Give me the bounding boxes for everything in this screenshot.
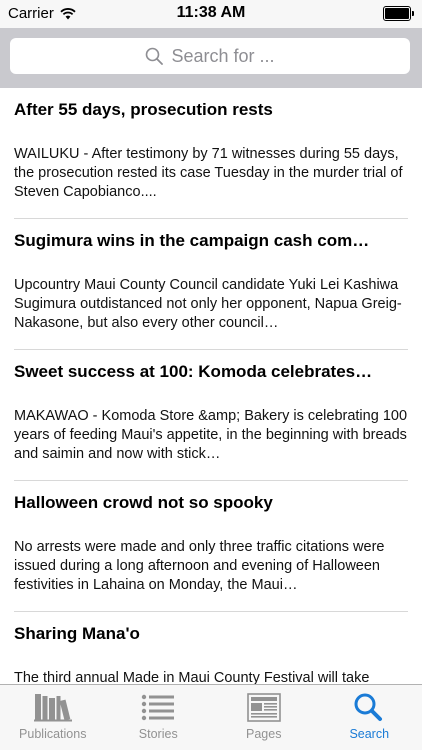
- article-summary: No arrests were made and only three traf…: [14, 539, 385, 593]
- tab-label: Search: [349, 727, 390, 741]
- search-icon: [146, 47, 164, 65]
- tab-bar: Publications Stories Pages Search: [0, 684, 422, 750]
- app-screen: Carrier 11:38 AM Search for ... After 55…: [0, 0, 422, 750]
- article-summary: Upcountry Maui County Council candidate …: [14, 277, 402, 331]
- list-item[interactable]: After 55 days, prosecution rests WAILUKU…: [0, 88, 422, 219]
- article-title: Sweet success at 100: Komoda celebrates…: [14, 362, 373, 381]
- search-header: Search for ...: [0, 28, 422, 88]
- newspaper-icon: [246, 693, 281, 722]
- article-summary: WAILUKU - After testimony by 71 witnesse…: [14, 146, 403, 200]
- status-right: [383, 6, 414, 21]
- tab-label: Pages: [246, 727, 282, 741]
- battery-fill: [385, 8, 409, 19]
- status-time: 11:38 AM: [176, 4, 246, 21]
- list-item[interactable]: Sweet success at 100: Komoda celebrates……: [0, 350, 422, 481]
- search-input[interactable]: Search for ...: [10, 38, 410, 74]
- tab-search[interactable]: Search: [317, 685, 422, 750]
- article-summary: The third annual Made in Maui County Fes…: [14, 670, 370, 684]
- list-item[interactable]: Sugimura wins in the campaign cash com… …: [0, 219, 422, 350]
- article-title: After 55 days, prosecution rests: [14, 100, 273, 119]
- tab-label: Publications: [19, 727, 87, 741]
- tab-pages[interactable]: Pages: [211, 685, 317, 750]
- list-icon: [142, 694, 175, 721]
- article-title: Sharing Mana'o: [14, 624, 140, 643]
- search-placeholder: Search for ...: [171, 45, 275, 66]
- tab-label: Stories: [138, 727, 178, 741]
- list-item[interactable]: Halloween crowd not so spooky No arrests…: [0, 481, 422, 612]
- article-list[interactable]: After 55 days, prosecution rests WAILUKU…: [0, 88, 422, 684]
- battery-tip: [412, 11, 414, 16]
- battery-icon: [383, 6, 411, 21]
- books-icon: [33, 694, 72, 722]
- status-bar: Carrier 11:38 AM: [0, 0, 422, 28]
- article-title: Halloween crowd not so spooky: [14, 493, 273, 512]
- article-title: Sugimura wins in the campaign cash com…: [14, 231, 370, 250]
- article-summary: MAKAWAO - Komoda Store &amp; Bakery is c…: [14, 408, 408, 462]
- search-icon: [354, 693, 383, 721]
- tab-stories[interactable]: Stories: [106, 685, 212, 750]
- list-item[interactable]: Sharing Mana'o The third annual Made in …: [0, 612, 422, 684]
- tab-publications[interactable]: Publications: [0, 685, 106, 750]
